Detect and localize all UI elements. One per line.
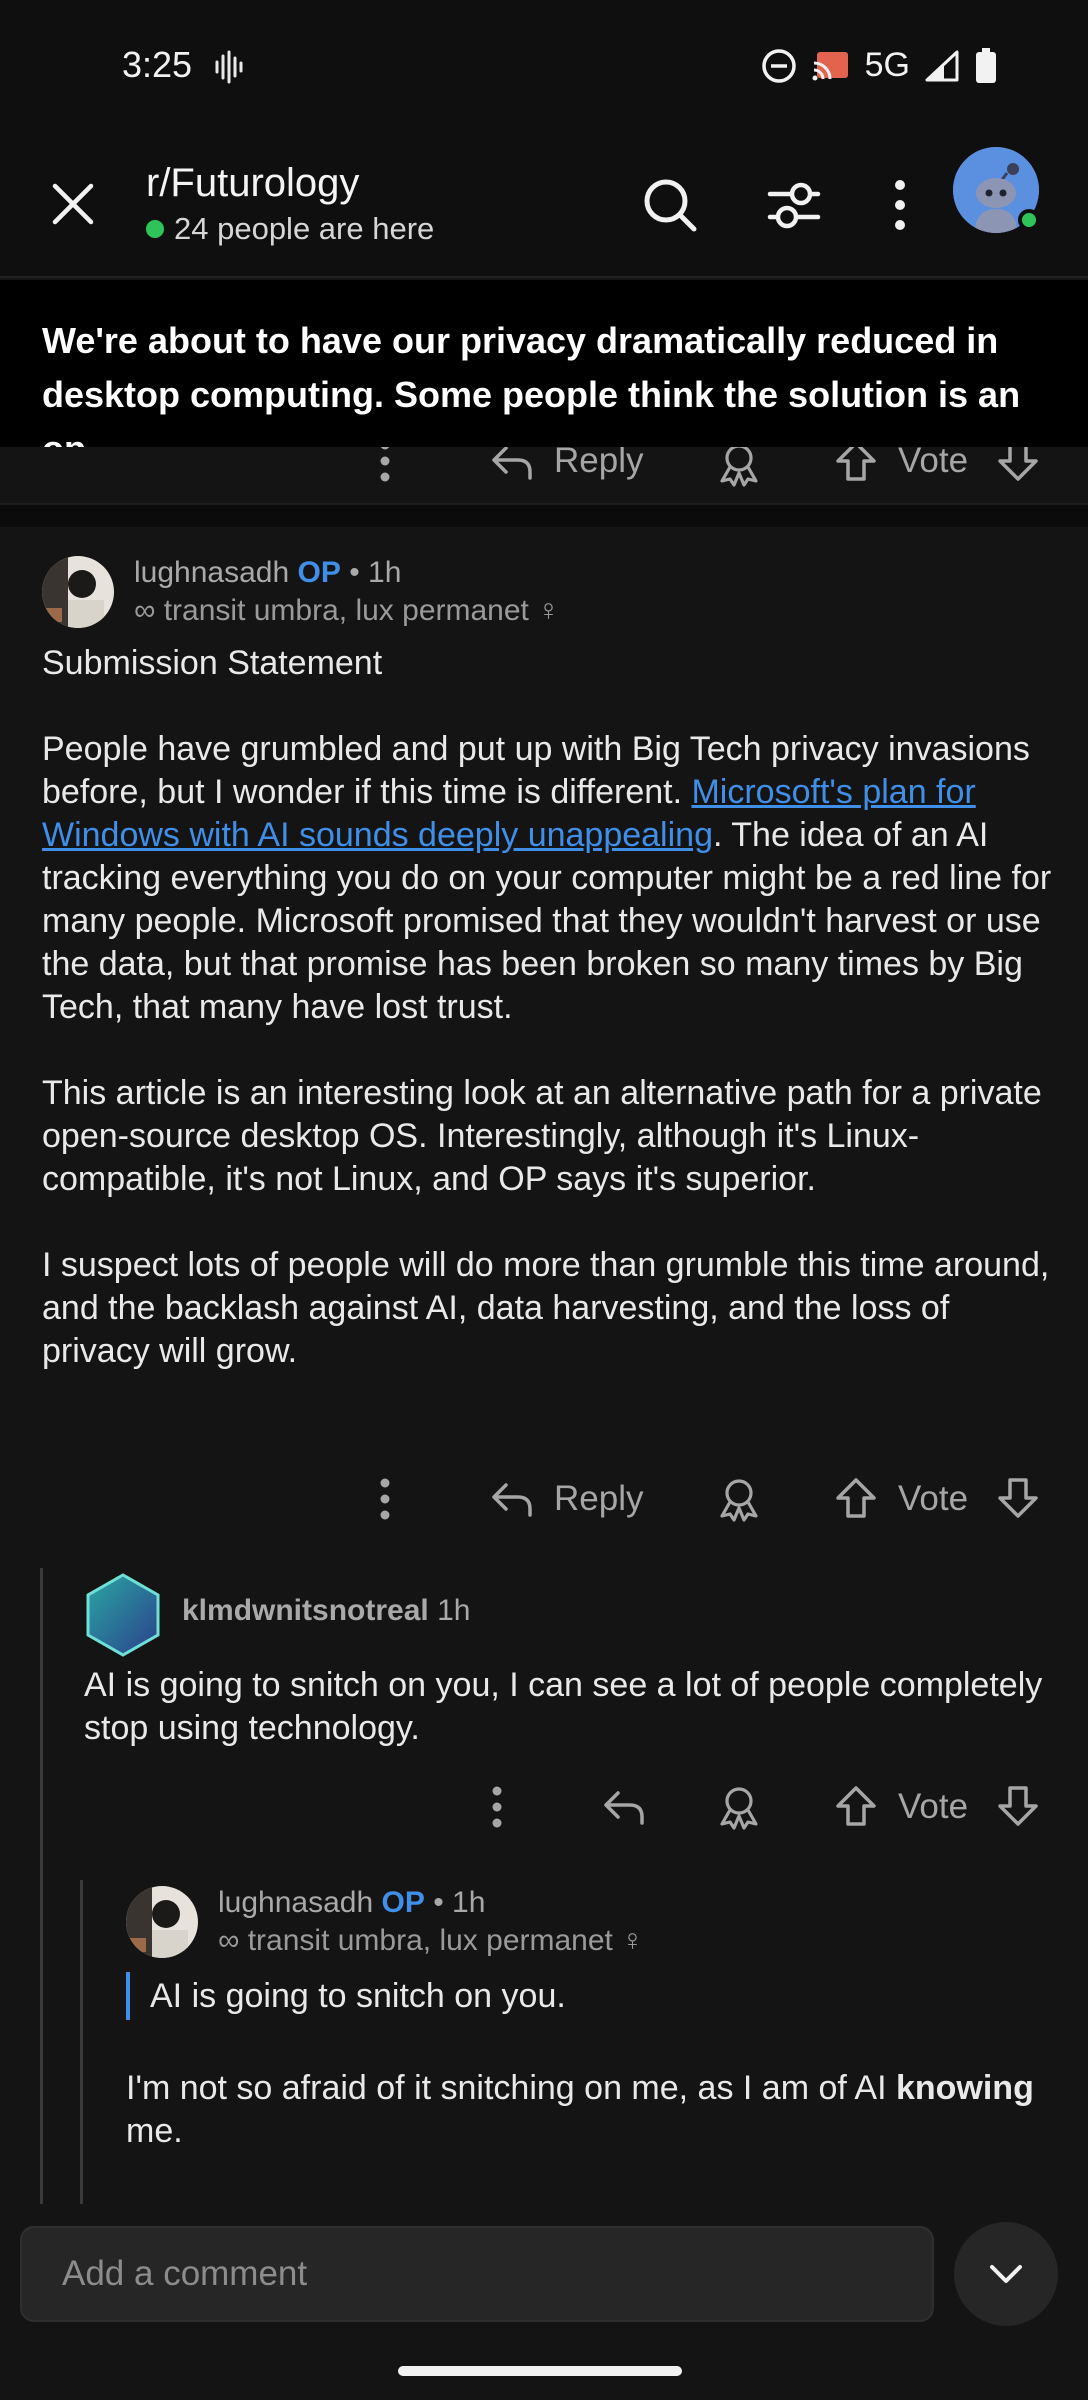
comment-age: 1h: [437, 1594, 471, 1627]
comment-heading: Submission Statement: [42, 644, 383, 682]
signal-icon: [924, 49, 960, 83]
reply-button[interactable]: Reply: [554, 447, 643, 481]
add-comment-input[interactable]: Add a comment: [20, 2226, 934, 2322]
reply-button[interactable]: Reply: [554, 1479, 643, 1519]
comment-header: lughnasadh OP • 1h ∞ transit umbra, lux …: [126, 1886, 644, 1958]
comment-header: lughnasadh OP • 1h ∞ transit umbra, lux …: [42, 556, 560, 628]
vote-count: Vote: [898, 1787, 969, 1826]
comment-body: Submission Statement People have grumble…: [42, 642, 1052, 1373]
previous-action-row: Reply Vote: [0, 447, 1088, 505]
award-icon[interactable]: [716, 447, 762, 487]
comment-paragraph: People have grumbled and put up with Big…: [42, 730, 1052, 1026]
chevron-down-icon: [986, 2258, 1026, 2290]
award-icon[interactable]: [716, 1784, 762, 1830]
comment-actions: Reply Vote: [0, 1474, 1088, 1524]
user-avatar[interactable]: [84, 1572, 162, 1658]
vote-count: Vote: [898, 447, 969, 480]
reply-icon[interactable]: [602, 1787, 646, 1827]
more-vertical-icon[interactable]: [377, 447, 393, 483]
subreddit-name[interactable]: r/Futurology: [146, 161, 359, 206]
search-icon[interactable]: [640, 175, 700, 235]
more-vertical-icon[interactable]: [377, 1477, 393, 1521]
comment-paragraph: AI is going to snitch on you, I can see …: [84, 1666, 1043, 1747]
filter-icon[interactable]: [766, 177, 822, 233]
quote-text: AI is going to snitch on you.: [150, 1976, 566, 2015]
comment-body: I'm not so afraid of it snitching on me,…: [126, 2067, 1056, 2153]
comment-age: • 1h: [433, 1886, 486, 1919]
downvote-icon[interactable]: [996, 1476, 1040, 1520]
upvote-icon[interactable]: [834, 447, 878, 483]
comment-separator: [0, 505, 1088, 527]
comment-composer: Add a comment: [0, 2204, 1088, 2400]
avatar-online-dot: [1018, 209, 1040, 231]
sound-wave-icon: [214, 50, 244, 84]
post-title-banner[interactable]: We're about to have our privacy dramatic…: [0, 280, 1088, 469]
comment-username[interactable]: klmdwnitsnotreal: [182, 1594, 429, 1627]
battery-icon: [974, 47, 998, 85]
comment-header: klmdwnitsnotreal 1h: [84, 1572, 470, 1658]
comment-actions: Vote: [0, 1782, 1088, 1832]
downvote-icon[interactable]: [996, 447, 1040, 483]
collapse-button[interactable]: [954, 2222, 1058, 2326]
quote-bar: [126, 1972, 130, 2020]
comment-body: AI is going to snitch on you, I can see …: [84, 1664, 1044, 1750]
status-time: 3:25: [122, 44, 193, 85]
thread-line[interactable]: [80, 1880, 83, 2208]
do-not-disturb-icon: [761, 48, 797, 84]
online-dot-icon: [146, 220, 164, 238]
user-avatar[interactable]: [126, 1886, 198, 1958]
upvote-icon[interactable]: [834, 1784, 878, 1828]
vote-count: Vote: [898, 1479, 969, 1518]
thread-line[interactable]: [40, 1568, 43, 2208]
comment-paragraph: I'm not so afraid of it snitching on me,…: [126, 2069, 1034, 2150]
op-badge: OP: [381, 1886, 425, 1919]
comment-paragraph: This article is an interesting look at a…: [42, 1074, 1042, 1198]
online-count: 24 people are here: [146, 211, 434, 247]
upvote-icon[interactable]: [834, 1476, 878, 1520]
more-vertical-icon[interactable]: [880, 175, 920, 235]
comment-age: • 1h: [349, 556, 402, 589]
network-type: 5G: [864, 46, 910, 84]
user-flair: ∞ transit umbra, lux permanet ♀: [218, 1924, 644, 1957]
comment-username[interactable]: lughnasadh: [134, 556, 289, 589]
quote-block: AI is going to snitch on you.: [126, 1972, 566, 2020]
user-flair: ∞ transit umbra, lux permanet ♀: [134, 594, 560, 627]
op-badge: OP: [297, 556, 341, 589]
user-avatar[interactable]: [42, 556, 114, 628]
comment-paragraph: I suspect lots of people will do more th…: [42, 1246, 1050, 1370]
award-icon[interactable]: [716, 1476, 762, 1522]
downvote-icon[interactable]: [996, 1784, 1040, 1828]
reply-icon[interactable]: [490, 1479, 534, 1519]
app-header: r/Futurology 24 people are here: [0, 135, 1088, 278]
close-icon[interactable]: [46, 177, 100, 231]
reply-icon[interactable]: [490, 447, 534, 482]
home-indicator[interactable]: [398, 2366, 682, 2376]
cast-icon: [811, 49, 851, 83]
status-bar: 3:25 5G: [0, 0, 1088, 135]
online-text: 24 people are here: [174, 211, 435, 246]
more-vertical-icon[interactable]: [489, 1785, 505, 1829]
comment-username[interactable]: lughnasadh: [218, 1886, 373, 1919]
